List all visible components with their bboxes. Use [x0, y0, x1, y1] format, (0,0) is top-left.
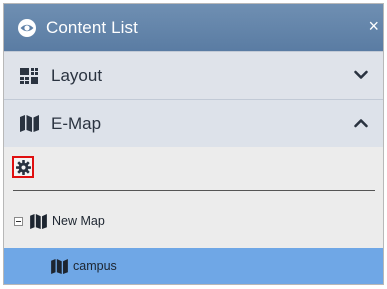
- toolbar-divider: [13, 190, 375, 191]
- chevron-down-icon[interactable]: [353, 67, 369, 83]
- emap-content: New Map campus: [4, 147, 383, 284]
- panel-title: Content List: [46, 17, 138, 37]
- layout-grid-icon: [19, 66, 39, 86]
- section-layout-label: Layout: [51, 65, 103, 85]
- close-icon[interactable]: ×: [368, 17, 379, 35]
- section-emap-label: E-Map: [51, 113, 102, 133]
- map-icon: [29, 212, 47, 230]
- collapse-toggle-icon[interactable]: [14, 216, 23, 226]
- gear-icon: [15, 159, 31, 175]
- settings-button[interactable]: [12, 156, 34, 178]
- tree-node-label: New Map: [52, 214, 105, 228]
- chevron-up-icon[interactable]: [353, 115, 369, 131]
- panel-titlebar: Content List ×: [4, 4, 383, 51]
- tree-node-label: campus: [73, 259, 117, 273]
- map-icon: [50, 257, 68, 275]
- tree-node-campus[interactable]: campus: [4, 248, 383, 284]
- section-layout[interactable]: Layout: [4, 51, 383, 99]
- section-emap[interactable]: E-Map: [4, 99, 383, 147]
- tree-node-new-map[interactable]: New Map: [4, 204, 383, 238]
- map-icon: [19, 114, 39, 134]
- content-list-panel: Content List × Layout E-Map New Map camp…: [3, 3, 384, 285]
- eye-icon: [17, 18, 37, 38]
